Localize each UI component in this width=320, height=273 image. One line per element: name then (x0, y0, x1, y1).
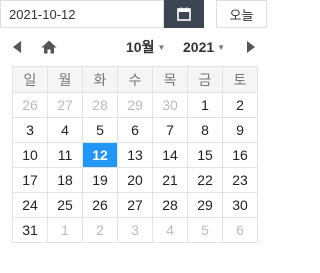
day-cell[interactable]: 9 (222, 117, 258, 143)
today-button-label: 오늘 (229, 7, 254, 23)
month-select-value: 10월 (126, 39, 155, 55)
day-cell[interactable]: 7 (152, 117, 188, 143)
day-cell[interactable]: 31 (12, 217, 48, 243)
day-cell[interactable]: 2 (222, 92, 258, 118)
week-row: 24 25 26 27 28 29 30 (12, 192, 258, 218)
date-picker-header: 오늘 (0, 0, 267, 29)
day-cell-selected[interactable]: 12 (82, 142, 118, 168)
day-cell[interactable]: 10 (12, 142, 48, 168)
calendar-body: 26 27 28 29 30 1 2 3 4 5 6 7 8 9 10 11 12 13 14 15 16 17 18 19 2… (12, 92, 258, 243)
day-cell[interactable]: 20 (117, 167, 153, 193)
weekday-header-row: 일 월 화 수 목 금 토 (12, 66, 258, 93)
day-cell[interactable]: 22 (187, 167, 223, 193)
day-cell[interactable]: 14 (152, 142, 188, 168)
day-cell[interactable]: 24 (12, 192, 48, 218)
day-cell[interactable]: 26 (82, 192, 118, 218)
week-row: 31 1 2 3 4 5 6 (12, 217, 258, 243)
chevron-left-icon (13, 41, 21, 53)
day-cell-other-month[interactable]: 4 (152, 217, 188, 243)
home-button[interactable] (38, 35, 60, 59)
day-cell[interactable]: 11 (47, 142, 83, 168)
day-cell[interactable]: 30 (222, 192, 258, 218)
day-cell[interactable]: 4 (47, 117, 83, 143)
calendar-grid: 일 월 화 수 목 금 토 26 27 28 29 30 1 2 3 4 5 6 7 8 9 10 11 12 1… (12, 66, 258, 243)
day-cell-other-month[interactable]: 6 (222, 217, 258, 243)
day-cell[interactable]: 3 (12, 117, 48, 143)
weekday-mon: 월 (47, 66, 83, 93)
weekday-sun: 일 (12, 66, 48, 93)
calendar-icon (177, 7, 191, 21)
weekday-tue: 화 (82, 66, 118, 93)
next-month-button[interactable] (242, 35, 260, 59)
day-cell[interactable]: 29 (187, 192, 223, 218)
year-select[interactable]: 2021 ▼ (183, 35, 225, 59)
prev-month-button[interactable] (8, 35, 26, 59)
day-cell[interactable]: 5 (82, 117, 118, 143)
caret-down-icon: ▼ (157, 42, 166, 52)
day-cell-other-month[interactable]: 1 (47, 217, 83, 243)
day-cell[interactable]: 27 (117, 192, 153, 218)
day-cell-other-month[interactable]: 27 (47, 92, 83, 118)
chevron-right-icon (247, 41, 255, 53)
day-cell-other-month[interactable]: 30 (152, 92, 188, 118)
week-row: 26 27 28 29 30 1 2 (12, 92, 258, 118)
day-cell-other-month[interactable]: 29 (117, 92, 153, 118)
weekday-fri: 금 (187, 66, 223, 93)
day-cell-other-month[interactable]: 26 (12, 92, 48, 118)
day-cell[interactable]: 21 (152, 167, 188, 193)
day-cell[interactable]: 17 (12, 167, 48, 193)
day-cell[interactable]: 8 (187, 117, 223, 143)
day-cell[interactable]: 18 (47, 167, 83, 193)
date-input[interactable] (0, 0, 164, 28)
day-cell[interactable]: 6 (117, 117, 153, 143)
day-cell[interactable]: 23 (222, 167, 258, 193)
day-cell-other-month[interactable]: 28 (82, 92, 118, 118)
day-cell[interactable]: 15 (187, 142, 223, 168)
month-select[interactable]: 10월 ▼ (126, 35, 165, 59)
day-cell-other-month[interactable]: 3 (117, 217, 153, 243)
weekday-thu: 목 (152, 66, 188, 93)
caret-down-icon: ▼ (217, 42, 226, 52)
day-cell[interactable]: 13 (117, 142, 153, 168)
weekday-sat: 토 (222, 66, 258, 93)
home-icon (41, 40, 57, 54)
today-button[interactable]: 오늘 (216, 0, 267, 28)
day-cell[interactable]: 25 (47, 192, 83, 218)
day-cell[interactable]: 1 (187, 92, 223, 118)
day-cell-other-month[interactable]: 5 (187, 217, 223, 243)
year-select-value: 2021 (183, 39, 215, 55)
calendar-toggle-button[interactable] (164, 0, 204, 28)
day-cell[interactable]: 19 (82, 167, 118, 193)
weekday-wed: 수 (117, 66, 153, 93)
week-row: 3456789 (12, 117, 258, 143)
calendar-navigation: 10월 ▼ 2021 ▼ (0, 35, 267, 59)
week-row: 10 11 12 13 14 15 16 (12, 142, 258, 168)
week-row: 17 18 19 20 21 22 23 (12, 167, 258, 193)
day-cell[interactable]: 16 (222, 142, 258, 168)
day-cell[interactable]: 28 (152, 192, 188, 218)
day-cell-other-month[interactable]: 2 (82, 217, 118, 243)
